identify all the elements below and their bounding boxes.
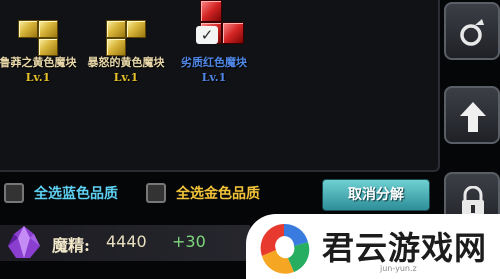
item-level: Lv.1 [25,71,51,84]
watermark-logo-icon [260,223,310,274]
item-name: 暴怒的黄色魔块 [87,56,165,69]
item-level: Lv.1 [113,71,139,84]
red-block-icon: ✓ [192,0,244,52]
decompose-panel: 鲁莽之黄色魔块 Lv.1 暴怒的黄色魔块 Lv.1 ✓ 劣质红色魔块 Lv.1 [0,0,440,172]
watermark-url: jun-yun.z [380,264,417,273]
cancel-decompose-button[interactable]: 取消分解 [322,179,430,211]
upgrade-button[interactable] [444,86,500,144]
item-name: 劣质红色魔块 [181,56,247,69]
select-gold-checkbox[interactable]: 全选金色品质 [146,183,260,203]
resource-value: 4440 [106,232,147,251]
item-level: Lv.1 [201,71,227,84]
ring-icon [460,19,484,46]
checkbox-box[interactable] [146,183,166,203]
select-blue-checkbox[interactable]: 全选蓝色品质 [4,183,118,203]
checkbox-box[interactable] [4,183,24,203]
select-blue-label: 全选蓝色品质 [34,186,118,202]
item-name: 鲁莽之黄色魔块 [0,56,77,69]
resource-label: 魔精: [52,236,90,255]
ring-button[interactable] [444,2,500,60]
select-gold-label: 全选金色品质 [176,186,260,202]
watermark-text: 君云游戏网 [322,229,488,267]
selected-check-icon: ✓ [196,26,218,44]
crystal-icon [8,226,40,258]
up-arrow-icon [460,102,486,132]
resource-gain: +30 [172,232,206,251]
